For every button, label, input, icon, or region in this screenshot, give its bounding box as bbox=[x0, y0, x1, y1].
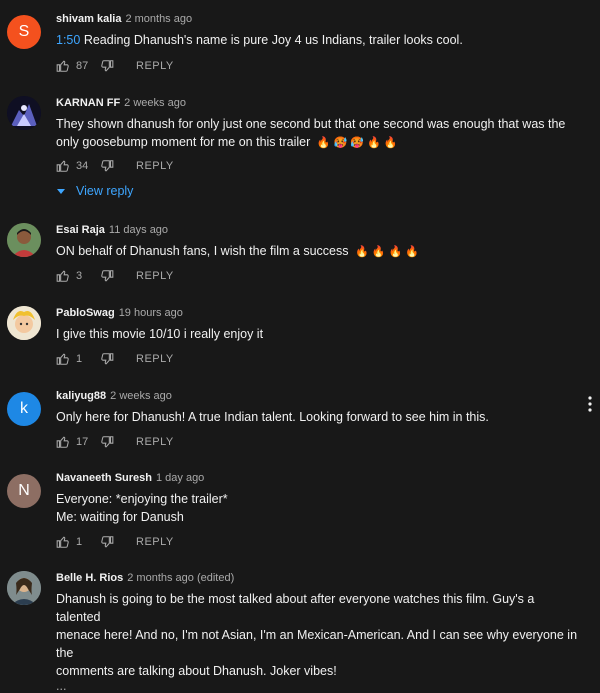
thumbs-up-icon[interactable] bbox=[56, 535, 70, 549]
comment-text-body: ON behalf of Dhanush fans, I wish the fi… bbox=[56, 244, 349, 258]
thumbs-down-icon[interactable] bbox=[100, 435, 114, 449]
view-reply-button[interactable]: View reply bbox=[56, 184, 133, 198]
avatar-letter: S bbox=[18, 23, 30, 40]
avatar[interactable] bbox=[7, 96, 41, 130]
timestamp-link[interactable]: 1:50 bbox=[56, 33, 80, 47]
comment-text: ON behalf of Dhanush fans, I wish the fi… bbox=[56, 242, 580, 261]
thumbs-down-icon[interactable] bbox=[100, 352, 114, 366]
reply-button[interactable]: REPLY bbox=[136, 270, 174, 282]
like-count: 17 bbox=[76, 436, 89, 448]
comment-text-line: They shown dhanush for only just one sec… bbox=[56, 117, 566, 131]
comment-date[interactable]: 11 days ago bbox=[109, 224, 168, 236]
thumbs-down-icon[interactable] bbox=[100, 269, 114, 283]
avatar-letter: N bbox=[18, 482, 30, 499]
comment-author[interactable]: Navaneeth Suresh bbox=[56, 472, 152, 484]
comment-actions: 3 REPLY bbox=[56, 268, 174, 284]
more-vert-icon[interactable] bbox=[587, 396, 593, 417]
comment-date[interactable]: 2 months ago bbox=[125, 13, 192, 25]
avatar[interactable] bbox=[7, 571, 41, 605]
comment-text-line: only goosebump moment for me on this tra… bbox=[56, 135, 311, 149]
like-count: 34 bbox=[76, 160, 89, 172]
thumbs-up-icon[interactable] bbox=[56, 159, 70, 173]
comment-text: Only here for Dhanush! A true Indian tal… bbox=[56, 408, 580, 426]
avatar[interactable] bbox=[7, 306, 41, 340]
comment-text-line: Dhanush is going to be the most talked a… bbox=[56, 592, 535, 624]
comment-truncation[interactable]: ... bbox=[56, 680, 580, 693]
reply-button[interactable]: REPLY bbox=[136, 353, 174, 365]
reply-button[interactable]: REPLY bbox=[136, 60, 174, 72]
comment-text-body: Reading Dhanush's name is pure Joy 4 us … bbox=[80, 33, 463, 47]
comment-text: Everyone: *enjoying the trailer* Me: wai… bbox=[56, 490, 580, 526]
thumbs-down-icon[interactable] bbox=[100, 159, 114, 173]
avatar[interactable] bbox=[7, 223, 41, 257]
comment-actions: 1 REPLY bbox=[56, 351, 174, 367]
comment-text-body: I give this movie 10/10 i really enjoy i… bbox=[56, 327, 264, 341]
comment-date[interactable]: 2 weeks ago bbox=[110, 390, 172, 402]
thumbs-down-icon[interactable] bbox=[100, 535, 114, 549]
avatar[interactable]: k bbox=[7, 392, 41, 426]
avatar-image bbox=[7, 96, 41, 130]
comment-text: They shown dhanush for only just one sec… bbox=[56, 115, 580, 152]
comment-actions: 34 REPLY bbox=[56, 158, 174, 174]
comment-date[interactable]: 1 day ago bbox=[156, 472, 204, 484]
comment-author[interactable]: Belle H. Rios bbox=[56, 572, 123, 584]
avatar[interactable]: N bbox=[7, 474, 41, 508]
comment-date[interactable]: 2 months ago (edited) bbox=[127, 572, 234, 584]
avatar[interactable]: S bbox=[7, 15, 41, 49]
comment-text-body: Only here for Dhanush! A true Indian tal… bbox=[56, 410, 489, 424]
avatar-image bbox=[7, 306, 41, 340]
comment-text: 1:50 Reading Dhanush's name is pure Joy … bbox=[56, 31, 580, 49]
emoji-row: 🔥 🥵 🥵 🔥 🔥 bbox=[316, 137, 398, 149]
comment-author[interactable]: Esai Raja bbox=[56, 224, 105, 236]
like-count: 3 bbox=[76, 270, 83, 282]
comment-actions: 17 REPLY bbox=[56, 434, 174, 450]
emoji-row: 🔥 🔥 🔥 🔥 bbox=[354, 246, 419, 258]
comment-author[interactable]: kaliyug88 bbox=[56, 390, 106, 402]
triangle-down-icon bbox=[57, 189, 65, 194]
comment-text-line: Everyone: *enjoying the trailer* bbox=[56, 492, 228, 506]
comment-text: Dhanush is going to be the most talked a… bbox=[56, 590, 580, 692]
thumbs-down-icon[interactable] bbox=[100, 59, 114, 73]
comment-text-line: menace here! And no, I'm not Asian, I'm … bbox=[56, 628, 578, 660]
comment-actions: 1 REPLY bbox=[56, 534, 174, 550]
thumbs-up-icon[interactable] bbox=[56, 59, 70, 73]
comment-date[interactable]: 2 weeks ago bbox=[124, 97, 186, 109]
avatar-image bbox=[7, 223, 41, 257]
thumbs-up-icon[interactable] bbox=[56, 269, 70, 283]
avatar-letter: k bbox=[20, 400, 28, 417]
avatar-image bbox=[7, 571, 41, 605]
thumbs-up-icon[interactable] bbox=[56, 435, 70, 449]
view-reply-label: View reply bbox=[76, 184, 134, 198]
like-count: 1 bbox=[76, 536, 83, 548]
comment-actions: 87 REPLY bbox=[56, 58, 174, 74]
like-count: 87 bbox=[76, 60, 89, 72]
like-count: 1 bbox=[76, 353, 83, 365]
comment-text-line: comments are talking about Dhanush. Joke… bbox=[56, 664, 337, 678]
reply-button[interactable]: REPLY bbox=[136, 436, 174, 448]
reply-button[interactable]: REPLY bbox=[136, 160, 174, 172]
comment-date[interactable]: 19 hours ago bbox=[119, 307, 183, 319]
comment-author[interactable]: shivam kalia bbox=[56, 13, 121, 25]
reply-button[interactable]: REPLY bbox=[136, 536, 174, 548]
thumbs-up-icon[interactable] bbox=[56, 352, 70, 366]
comment-author[interactable]: PabloSwag bbox=[56, 307, 115, 319]
comment-text: I give this movie 10/10 i really enjoy i… bbox=[56, 325, 580, 343]
comment-text-line: Me: waiting for Danush bbox=[56, 510, 184, 524]
comment-author[interactable]: KARNAN FF bbox=[56, 97, 120, 109]
